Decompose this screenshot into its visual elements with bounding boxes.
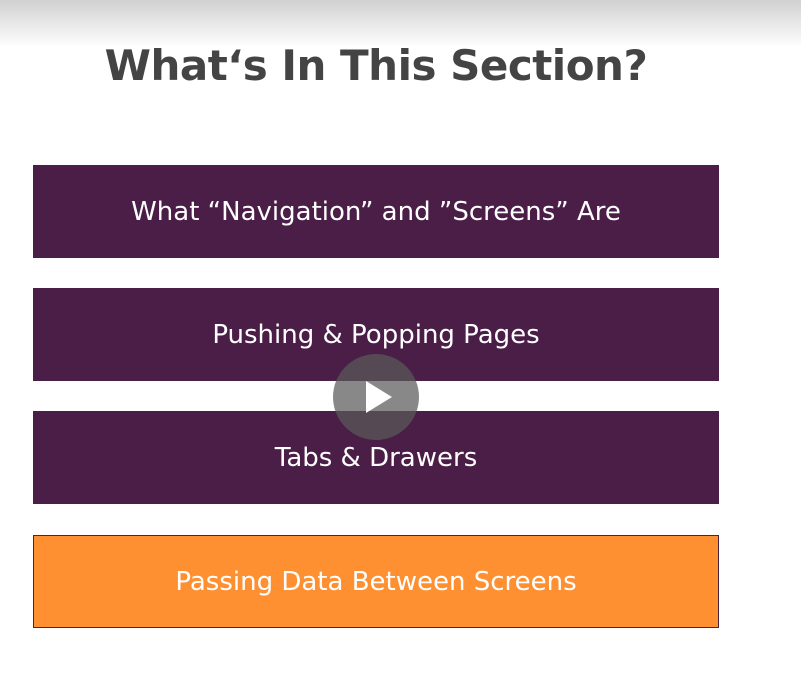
section-item-label: Pushing & Popping Pages	[212, 319, 540, 350]
section-item-label: Passing Data Between Screens	[175, 566, 577, 597]
section-item-navigation-screens: What “Navigation” and ”Screens” Are	[33, 165, 719, 258]
slide-title: What‘s In This Section?	[104, 41, 648, 90]
section-item-label: Tabs & Drawers	[274, 442, 478, 473]
play-button[interactable]	[333, 354, 419, 440]
section-item-passing-data: Passing Data Between Screens	[33, 535, 719, 628]
section-item-label: What “Navigation” and ”Screens” Are	[131, 196, 621, 227]
play-icon	[366, 381, 392, 413]
